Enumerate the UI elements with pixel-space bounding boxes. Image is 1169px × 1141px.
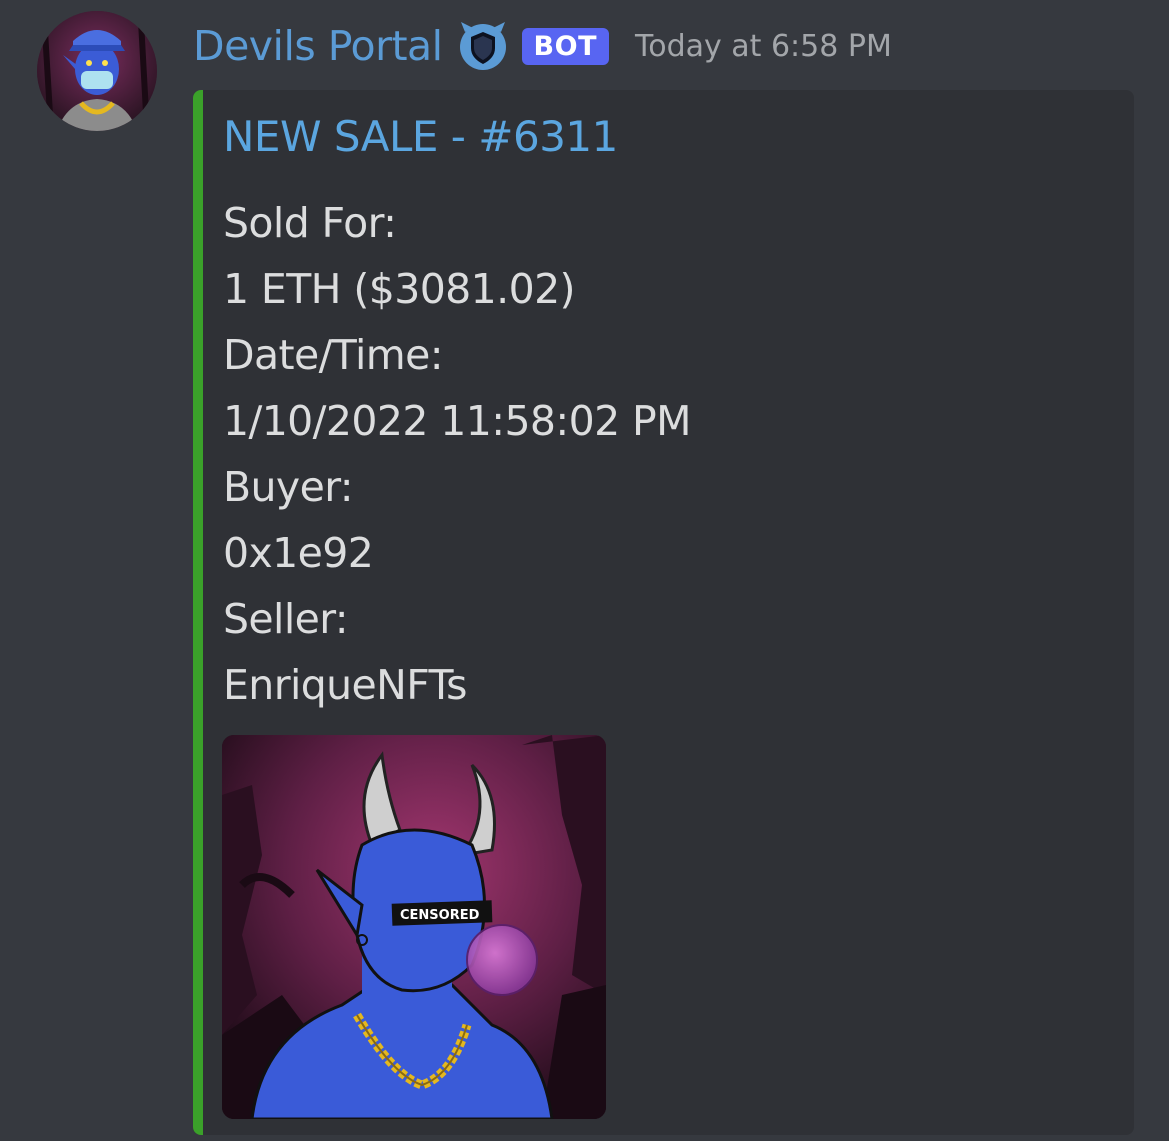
datetime-label: Date/Time: bbox=[223, 331, 444, 379]
censor-label: CENSORED bbox=[400, 908, 480, 923]
embed-description: Sold For: 1 ETH ($3081.02) Date/Time: 1/… bbox=[223, 190, 692, 718]
seller-label: Seller: bbox=[223, 595, 349, 643]
devil-avatar-icon bbox=[37, 11, 157, 131]
bot-tag: BOT bbox=[521, 27, 609, 65]
buyer-value: 0x1e92 bbox=[223, 529, 374, 577]
embed-accent-bar bbox=[193, 90, 203, 1135]
embed-title[interactable]: NEW SALE - #6311 bbox=[223, 112, 618, 161]
shield-badge-icon bbox=[457, 20, 509, 72]
sale-embed: NEW SALE - #6311 Sold For: 1 ETH ($3081.… bbox=[193, 90, 1134, 1135]
seller-value: EnriqueNFTs bbox=[223, 661, 468, 709]
datetime-value: 1/10/2022 11:58:02 PM bbox=[223, 397, 692, 445]
message-header: Devils Portal BOT Today at 6:58 PM bbox=[193, 18, 892, 74]
message-timestamp[interactable]: Today at 6:58 PM bbox=[635, 29, 892, 64]
nft-image[interactable]: CENSORED bbox=[222, 735, 606, 1119]
buyer-label: Buyer: bbox=[223, 463, 354, 511]
author-avatar[interactable] bbox=[37, 11, 157, 131]
sold-for-label: Sold For: bbox=[223, 199, 397, 247]
sold-for-value: 1 ETH ($3081.02) bbox=[223, 265, 576, 313]
author-name[interactable]: Devils Portal bbox=[193, 22, 443, 70]
